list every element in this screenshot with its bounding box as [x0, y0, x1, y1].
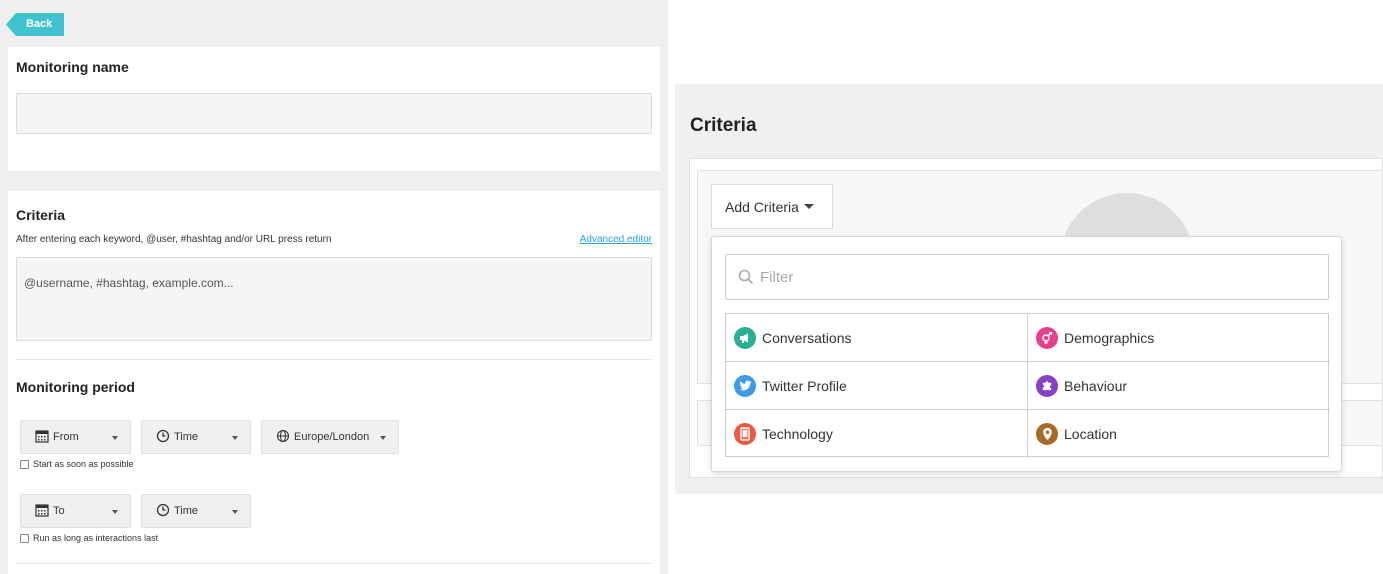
category-label: Technology — [762, 426, 833, 442]
criteria-title: Criteria — [16, 207, 66, 223]
category-behaviour[interactable]: Behaviour — [1028, 362, 1330, 410]
category-twitter-profile[interactable]: Twitter Profile — [726, 362, 1028, 410]
chevron-down-icon — [112, 510, 118, 514]
calendar-icon — [35, 503, 49, 520]
category-conversations[interactable]: Conversations — [726, 314, 1028, 362]
megaphone-icon — [734, 326, 756, 349]
advanced-editor-link[interactable]: Advanced editor — [580, 234, 652, 245]
to-label: To — [53, 505, 65, 517]
add-criteria-label: Add Criteria — [725, 198, 799, 215]
clock-icon — [156, 503, 170, 520]
filter-input[interactable]: Filter — [725, 254, 1329, 300]
puzzle-icon — [1036, 374, 1058, 397]
filter-placeholder: Filter — [760, 268, 794, 286]
search-icon — [738, 269, 754, 285]
timezone-label: Europe/London — [294, 431, 370, 443]
clock-icon — [156, 429, 170, 446]
monitoring-name-title: Monitoring name — [16, 59, 129, 75]
from-label: From — [53, 431, 79, 443]
start-asap-checkbox[interactable] — [20, 459, 29, 469]
chevron-down-icon — [232, 436, 238, 440]
from-time-label: Time — [174, 431, 199, 443]
caret-down-icon — [803, 204, 814, 209]
to-time-dropdown[interactable]: Time — [141, 494, 251, 528]
category-label: Location — [1064, 426, 1117, 442]
category-technology[interactable]: Technology — [726, 410, 1028, 458]
to-time-label: Time — [174, 505, 199, 517]
from-date-dropdown[interactable]: From — [20, 420, 131, 454]
chevron-down-icon — [232, 510, 238, 514]
monitoring-period-title: Monitoring period — [16, 379, 135, 395]
criteria-help-text: After entering each keyword, @user, #has… — [16, 234, 332, 245]
criteria-category-grid: Conversations Demographics Twitter Profi… — [725, 313, 1330, 458]
to-date-dropdown[interactable]: To — [20, 494, 131, 528]
monitoring-form-panel: Back Monitoring name Criteria After ente… — [0, 0, 668, 574]
criteria-dropdown-menu: Filter Conversations Demographics Twitte… — [711, 236, 1342, 472]
category-label: Conversations — [762, 329, 852, 346]
timezone-dropdown[interactable]: Europe/London — [261, 420, 399, 454]
category-label: Demographics — [1064, 329, 1155, 346]
start-asap-label: Start as soon as possible — [33, 459, 134, 469]
criteria-placeholder: @username, #hashtag, example.com... — [24, 276, 234, 290]
run-long-option: Run as long as interactions last — [20, 533, 158, 543]
criteria-builder-panel: Criteria Add Criteria Filter Conversatio… — [668, 0, 1383, 574]
divider — [16, 359, 652, 360]
run-long-label: Run as long as interactions last — [33, 533, 159, 543]
add-criteria-button[interactable]: Add Criteria — [711, 184, 833, 229]
chevron-down-icon — [380, 436, 386, 440]
tablet-icon — [734, 423, 756, 445]
run-long-checkbox[interactable] — [20, 533, 29, 543]
monitoring-name-input[interactable] — [16, 93, 652, 134]
category-label: Twitter Profile — [762, 377, 847, 394]
from-time-dropdown[interactable]: Time — [141, 420, 251, 454]
monitoring-name-card: Monitoring name — [8, 47, 660, 171]
calendar-icon — [35, 429, 49, 446]
start-asap-option: Start as soon as possible — [20, 459, 134, 469]
category-label: Behaviour — [1064, 377, 1128, 394]
twitter-icon — [734, 374, 756, 397]
category-location[interactable]: Location — [1028, 410, 1330, 458]
map-pin-icon — [1036, 423, 1058, 445]
chevron-down-icon — [112, 436, 118, 440]
criteria-input[interactable]: @username, #hashtag, example.com... — [16, 257, 652, 341]
category-demographics[interactable]: Demographics — [1028, 314, 1330, 362]
divider — [16, 563, 652, 564]
criteria-card: Criteria After entering each keyword, @u… — [8, 191, 660, 574]
criteria-builder-title: Criteria — [690, 115, 757, 136]
globe-icon — [276, 429, 290, 446]
back-button[interactable]: Back — [6, 13, 64, 36]
gender-icon — [1036, 326, 1058, 349]
